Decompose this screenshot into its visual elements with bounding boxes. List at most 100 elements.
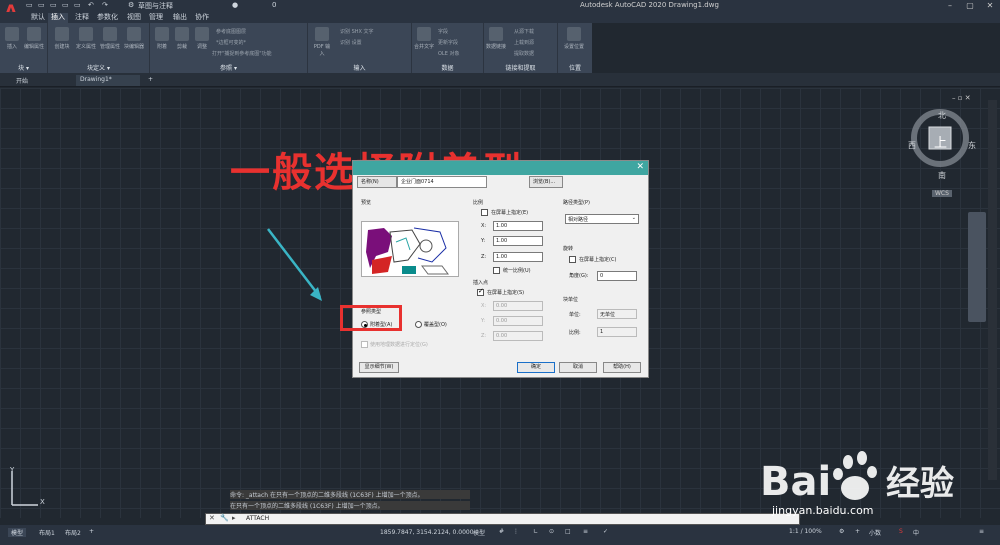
block-editor-button[interactable]: 块编辑器 [124, 27, 144, 50]
grid-icon[interactable]: # [496, 528, 507, 535]
undo-icon[interactable]: ↶ [88, 1, 94, 11]
dialog-titlebar[interactable]: ✕ [353, 161, 648, 175]
insertion-x-input[interactable]: 0.00 [493, 301, 543, 311]
close-icon[interactable]: ✕ [980, 0, 1000, 12]
annotation-icon[interactable]: ✓ [600, 528, 611, 535]
ortho-icon[interactable]: ∟ [530, 528, 541, 535]
name-dropdown[interactable]: 企业门面0714 [397, 176, 487, 188]
viewcube-north[interactable]: 北 [938, 110, 946, 121]
group-label[interactable]: 参照 ▾ [150, 63, 307, 72]
show-details-button[interactable]: 显示细节(W) [359, 362, 399, 373]
tab-manage[interactable]: 管理 [146, 13, 166, 23]
uniform-scale-checkbox[interactable] [493, 267, 500, 274]
save-icon[interactable]: ▭ [50, 1, 57, 11]
new-file-icon[interactable]: ▭ [26, 1, 33, 11]
clip-button[interactable]: 剪裁 [172, 27, 192, 50]
tab-collaborate[interactable]: 协作 [192, 13, 212, 23]
create-block-button[interactable]: 创建块 [52, 27, 72, 50]
menu-icon[interactable]: ≡ [976, 528, 987, 535]
extract-data[interactable]: 提取数据 [514, 50, 534, 57]
redo-icon[interactable]: ↷ [102, 1, 108, 11]
new-tab-icon[interactable]: + [144, 75, 157, 86]
insert-button[interactable]: 插入 [2, 27, 22, 50]
ok-button[interactable]: 确定 [517, 362, 555, 373]
tab-insert[interactable]: 插入 [48, 13, 68, 23]
pdf-import-button[interactable]: PDF 输入 [312, 27, 332, 57]
geo-checkbox[interactable] [361, 341, 368, 348]
combine-text-button[interactable]: 合并文字 [414, 27, 434, 50]
insertion-y-input[interactable]: 0.00 [493, 316, 543, 326]
scale-x-input[interactable]: 1.00 [493, 221, 543, 231]
tab-parametric[interactable]: 参数化 [94, 13, 121, 23]
chevron-down-icon[interactable]: ▸ [232, 514, 236, 522]
group-label[interactable]: 块定义 ▾ [48, 63, 149, 72]
field-button[interactable]: 字段 [438, 28, 448, 35]
tab-view[interactable]: 视图 [124, 13, 144, 23]
tab-annotate[interactable]: 注释 [72, 13, 92, 23]
snap-to-underlay[interactable]: 打开"捕捉到参考底图"功能 [212, 50, 272, 57]
viewcube-west[interactable]: 西 [908, 140, 916, 151]
define-attribute-button[interactable]: 定义属性 [76, 27, 96, 50]
angle-input[interactable]: 0 [597, 271, 637, 281]
close-icon[interactable]: ✕ [636, 162, 644, 172]
ole-object[interactable]: OLE 对象 [438, 50, 459, 57]
edit-attribute-button[interactable]: 编辑属性 [24, 27, 44, 50]
wcs-menu[interactable]: WCS [932, 190, 952, 197]
insertion-z-input[interactable]: 0.00 [493, 331, 543, 341]
browse-button[interactable]: 浏览(B)... [529, 176, 563, 188]
set-location-button[interactable]: 设置位置 [564, 27, 584, 50]
close-icon[interactable]: ✕ [209, 514, 215, 522]
snap-icon[interactable]: ⋮ [510, 528, 522, 535]
osnap-icon[interactable]: □ [562, 528, 574, 535]
scale-screen-checkbox[interactable] [481, 209, 488, 216]
plus-icon[interactable]: + [852, 528, 863, 535]
tab-output[interactable]: 输出 [170, 13, 190, 23]
manage-attribute-button[interactable]: 管理属性 [100, 27, 120, 50]
tab-model[interactable]: 模型 [8, 528, 27, 537]
polar-icon[interactable]: ⊙ [546, 528, 557, 535]
viewport-controls-icon[interactable]: – ▫ ✕ [952, 94, 971, 102]
upload-to-source[interactable]: 上载到源 [514, 39, 534, 46]
rotation-screen-checkbox[interactable] [569, 256, 576, 263]
overlay-radio[interactable] [415, 321, 422, 328]
recognize-shx-text[interactable]: 识别 SHX 文字 [340, 28, 374, 35]
maximize-icon[interactable]: ▢ [960, 0, 980, 12]
tab-start[interactable]: 开始 [12, 75, 32, 86]
tab-layout2[interactable]: 布局2 [62, 528, 84, 537]
layer-dropdown[interactable]: 0 [272, 1, 276, 11]
adjust-button[interactable]: 调整 [192, 27, 212, 50]
open-file-icon[interactable]: ▭ [38, 1, 45, 11]
frames-variable[interactable]: *边框可变的* [216, 39, 246, 46]
help-button[interactable]: 帮助(H) [603, 362, 641, 373]
update-fields[interactable]: 更新字段 [438, 39, 458, 46]
decimal-units[interactable]: 小数 [866, 528, 884, 537]
viewcube-south[interactable]: 南 [938, 170, 946, 181]
viewcube-top-face[interactable]: 上 [934, 132, 947, 151]
save-as-icon[interactable]: ▭ [62, 1, 69, 11]
cancel-button[interactable]: 取消 [559, 362, 597, 373]
navigation-bar[interactable] [968, 212, 986, 322]
plot-icon[interactable]: ▭ [74, 1, 81, 11]
ime-icon[interactable]: S [896, 528, 906, 535]
group-label[interactable]: 块 ▾ [0, 63, 47, 72]
command-line[interactable]: ✕ 🔧 ▸ ATTACH [205, 513, 800, 525]
recognize-settings[interactable]: 识别 设置 [340, 39, 362, 46]
underlay-layers[interactable]: 参考底图图层 [216, 28, 246, 35]
download-from-source[interactable]: 从源下载 [514, 28, 534, 35]
scale-dropdown[interactable]: 1:1 / 100% [786, 528, 825, 535]
workspace-dropdown[interactable]: 草图与注释 [138, 1, 173, 11]
scale-z-input[interactable]: 1.00 [493, 252, 543, 262]
tab-layout1[interactable]: 布局1 [36, 528, 58, 537]
scale-y-input[interactable]: 1.00 [493, 236, 543, 246]
wrench-icon[interactable]: 🔧 [220, 514, 229, 522]
insertion-screen-checkbox[interactable] [477, 287, 484, 296]
gear-icon[interactable]: ⚙ [836, 528, 847, 535]
data-link-button[interactable]: 数据链接 [486, 27, 506, 50]
tab-default[interactable]: 默认 [28, 13, 48, 23]
lineweight-icon[interactable]: ≡ [580, 528, 591, 535]
path-type-select[interactable]: 相对路径 ⌄ [565, 214, 639, 224]
minimize-icon[interactable]: – [940, 0, 960, 12]
ime-chinese[interactable]: 中 [910, 528, 922, 537]
tab-drawing1[interactable]: Drawing1* [76, 75, 140, 86]
add-layout-icon[interactable]: + [86, 528, 97, 535]
